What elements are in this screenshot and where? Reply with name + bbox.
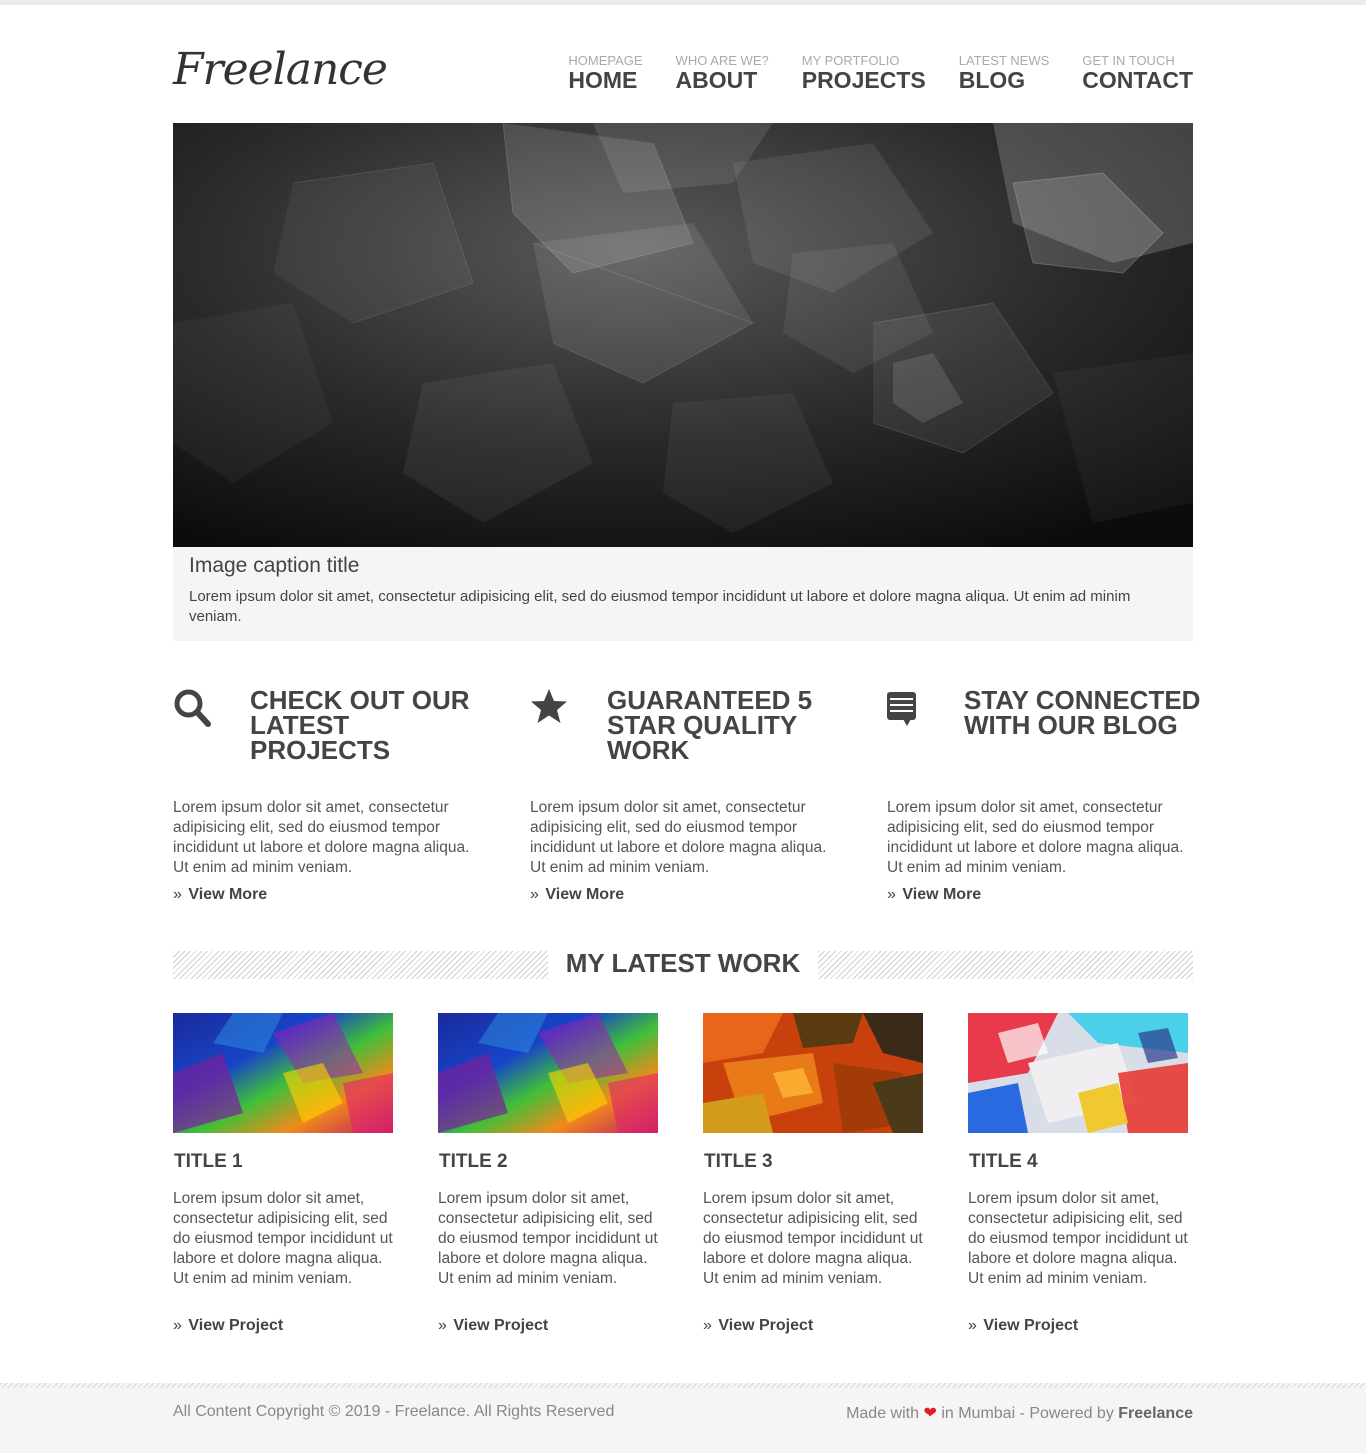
- work-card: TITLE 3 Lorem ipsum dolor sit amet, cons…: [703, 1013, 928, 1334]
- nav-label: PROJECTS: [801, 67, 926, 93]
- work-text: Lorem ipsum dolor sit amet, consectetur …: [438, 1190, 658, 1287]
- nav-label: BLOG: [958, 67, 1026, 93]
- double-chevron-right-icon: »: [968, 1317, 977, 1334]
- feature-title: GUARANTEED 5 STAR QUALITY WORK: [607, 685, 813, 765]
- nav-subtitle: MY PORTFOLIO: [801, 53, 900, 68]
- work-thumbnail[interactable]: [703, 1013, 923, 1133]
- view-more-link[interactable]: » View More: [887, 886, 981, 904]
- site-logo[interactable]: Freelance: [173, 48, 388, 92]
- location-text: in Mumbai - Powered by: [941, 1405, 1114, 1422]
- star-icon: [530, 688, 570, 728]
- double-chevron-right-icon: »: [173, 1317, 182, 1334]
- nav-item-home[interactable]: HOMEPAGE HOME: [568, 53, 643, 93]
- view-project-link[interactable]: » View Project: [173, 1317, 283, 1335]
- work-title: TITLE 2: [439, 1151, 508, 1172]
- nav-label: CONTACT: [1082, 67, 1193, 93]
- features-section: CHECK OUT OUR LATEST PROJECTS Lorem ipsu…: [173, 685, 1200, 908]
- footer-credits: Made with ❤ in Mumbai - Powered by Freel…: [846, 1403, 1193, 1423]
- section-title: MY LATEST WORK: [565, 948, 801, 978]
- work-card: TITLE 2 Lorem ipsum dolor sit amet, cons…: [438, 1013, 663, 1334]
- double-chevron-right-icon: »: [438, 1317, 447, 1334]
- nav-label: ABOUT: [675, 67, 758, 93]
- main-nav: HOMEPAGE HOME WHO ARE WE? ABOUT MY PORTF…: [568, 53, 1193, 93]
- feature-text: Lorem ipsum dolor sit amet, consectetur …: [530, 799, 827, 876]
- site-footer: All Content Copyright © 2019 - Freelance…: [0, 1388, 1366, 1453]
- feature-title: STAY CONNECTED WITH OUR BLOG: [964, 685, 1201, 740]
- view-more-link[interactable]: » View More: [173, 886, 267, 904]
- top-strip: [0, 0, 1366, 5]
- heading-divider-left: [173, 951, 548, 979]
- nav-item-about[interactable]: WHO ARE WE? ABOUT: [675, 53, 769, 93]
- nav-subtitle: HOMEPAGE: [568, 53, 643, 68]
- footer-brand-link[interactable]: Freelance: [1118, 1405, 1193, 1422]
- footer-copyright: All Content Copyright © 2019 - Freelance…: [173, 1403, 615, 1420]
- view-project-label: View Project: [188, 1317, 284, 1334]
- search-icon: [173, 688, 213, 728]
- view-more-label: View More: [188, 886, 268, 903]
- nav-label: HOME: [568, 67, 638, 93]
- nav-item-projects[interactable]: MY PORTFOLIO PROJECTS: [801, 53, 926, 93]
- double-chevron-right-icon: »: [703, 1317, 712, 1334]
- view-project-link[interactable]: » View Project: [438, 1317, 548, 1335]
- view-more-link[interactable]: » View More: [530, 886, 624, 904]
- work-thumbnail[interactable]: [968, 1013, 1188, 1133]
- made-with-text: Made with: [846, 1405, 919, 1422]
- hero-caption: Image caption title Lorem ipsum dolor si…: [173, 547, 1193, 641]
- latest-work-heading: MY LATEST WORK: [173, 948, 1193, 982]
- view-project-label: View Project: [453, 1317, 549, 1334]
- work-text: Lorem ipsum dolor sit amet, consectetur …: [703, 1190, 923, 1287]
- work-title: TITLE 4: [969, 1151, 1038, 1172]
- nav-item-blog[interactable]: LATEST NEWS BLOG: [958, 53, 1050, 93]
- latest-work-grid: TITLE 1 Lorem ipsum dolor sit amet, cons…: [173, 1013, 1193, 1353]
- site-header: Freelance HOMEPAGE HOME WHO ARE WE? ABOU…: [173, 40, 1193, 100]
- nav-subtitle: LATEST NEWS: [958, 53, 1050, 68]
- view-more-label: View More: [902, 886, 982, 903]
- work-text: Lorem ipsum dolor sit amet, consectetur …: [173, 1190, 393, 1287]
- view-project-label: View Project: [983, 1317, 1079, 1334]
- double-chevron-right-icon: »: [530, 886, 539, 903]
- comment-icon: [887, 688, 927, 728]
- view-project-link[interactable]: » View Project: [703, 1317, 813, 1335]
- heading-divider-right: [818, 951, 1193, 979]
- view-project-link[interactable]: » View Project: [968, 1317, 1078, 1335]
- work-text: Lorem ipsum dolor sit amet, consectetur …: [968, 1190, 1188, 1287]
- nav-item-contact[interactable]: GET IN TOUCH CONTACT: [1082, 53, 1193, 93]
- view-project-label: View Project: [718, 1317, 814, 1334]
- work-title: TITLE 1: [174, 1151, 243, 1172]
- hero-image: [173, 123, 1193, 547]
- feature-text: Lorem ipsum dolor sit amet, consectetur …: [887, 799, 1184, 876]
- double-chevron-right-icon: »: [173, 886, 182, 903]
- heart-icon: ❤: [923, 1405, 937, 1422]
- feature-title: CHECK OUT OUR LATEST PROJECTS: [250, 685, 470, 765]
- work-thumbnail[interactable]: [173, 1013, 393, 1133]
- work-card: TITLE 1 Lorem ipsum dolor sit amet, cons…: [173, 1013, 398, 1334]
- double-chevron-right-icon: »: [887, 886, 896, 903]
- feature-text: Lorem ipsum dolor sit amet, consectetur …: [173, 799, 470, 876]
- work-card: TITLE 4 Lorem ipsum dolor sit amet, cons…: [968, 1013, 1193, 1334]
- nav-subtitle: WHO ARE WE?: [675, 53, 769, 68]
- nav-subtitle: GET IN TOUCH: [1082, 53, 1175, 68]
- caption-title: Image caption title: [189, 554, 360, 577]
- work-thumbnail[interactable]: [438, 1013, 658, 1133]
- work-title: TITLE 3: [704, 1151, 773, 1172]
- view-more-label: View More: [545, 886, 625, 903]
- caption-text: Lorem ipsum dolor sit amet, consectetur …: [189, 588, 1131, 625]
